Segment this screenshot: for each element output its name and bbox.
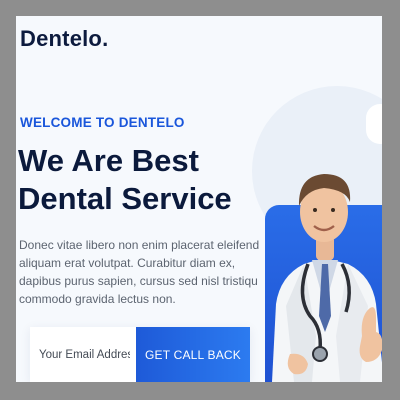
email-input[interactable] bbox=[30, 327, 130, 382]
headline-line-1: We Are Best bbox=[18, 143, 199, 178]
hero-description: Donec vitae libero non enim placerat ele… bbox=[19, 238, 260, 306]
headline-line-2: Dental Service bbox=[18, 181, 232, 216]
hero-section: Dentelo. WELCOME TO DENTELO We Are Best … bbox=[16, 16, 382, 382]
get-call-back-button[interactable]: GET CALL BACK bbox=[136, 327, 250, 382]
callback-form: GET CALL BACK bbox=[30, 327, 250, 382]
hero-headline: We Are Best Dental Service bbox=[18, 142, 298, 218]
site-logo[interactable]: Dentelo. bbox=[20, 26, 108, 52]
hero-eyebrow: WELCOME TO DENTELO bbox=[20, 115, 185, 130]
doctor-image bbox=[272, 174, 382, 382]
